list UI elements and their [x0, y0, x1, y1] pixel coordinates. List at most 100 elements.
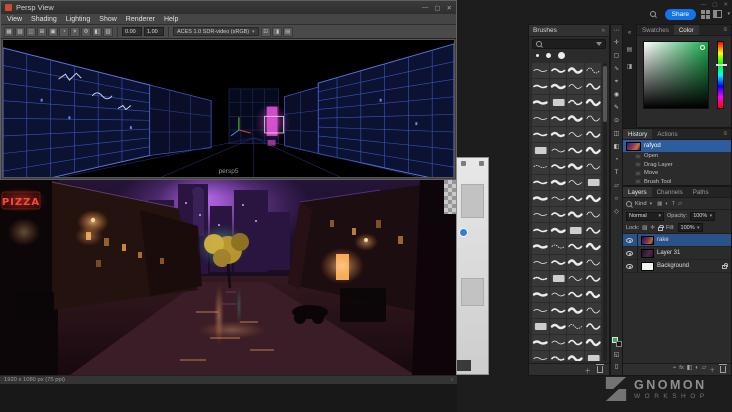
panel-close-icon[interactable] — [479, 161, 484, 166]
type-tool-icon[interactable]: T — [615, 170, 619, 177]
brush-preset[interactable] — [584, 319, 601, 334]
brush-preset[interactable] — [549, 239, 566, 254]
layer-action-icon[interactable]: ◐ — [695, 365, 699, 374]
brush-preset[interactable] — [567, 127, 584, 142]
brush-preset[interactable] — [567, 63, 584, 78]
lock-option-icon[interactable]: ▨ — [642, 225, 647, 231]
brush-preset[interactable] — [584, 79, 601, 94]
minimize-icon[interactable]: — — [422, 4, 429, 12]
hue-slider[interactable] — [716, 41, 727, 109]
foreground-background-swatches[interactable] — [611, 337, 622, 347]
fill-input[interactable]: 100% ▾ — [677, 223, 703, 232]
brush-preset[interactable] — [532, 239, 549, 254]
brush-preset[interactable] — [567, 303, 584, 318]
brush-size-presets[interactable] — [529, 50, 609, 61]
brush-preset[interactable] — [532, 207, 549, 222]
brush-preset[interactable] — [567, 271, 584, 286]
brush-preset[interactable] — [549, 111, 566, 126]
brush-preset[interactable] — [532, 159, 549, 174]
brush-tool-icon[interactable]: ✎ — [614, 105, 619, 112]
brush-preset[interactable] — [549, 335, 566, 350]
brush-preset[interactable] — [549, 255, 566, 270]
opacity-input[interactable]: 100% ▾ — [690, 211, 716, 221]
brush-preset[interactable] — [567, 79, 584, 94]
photoshop-canvas[interactable]: PIZZA — [0, 180, 457, 375]
brush-preset[interactable] — [549, 303, 566, 318]
layer-row-layer31[interactable]: Layer 31 — [623, 246, 731, 260]
brush-preset[interactable] — [549, 223, 566, 238]
brush-preset[interactable] — [567, 255, 584, 270]
brush-preset[interactable] — [532, 351, 549, 361]
brush-preset[interactable] — [567, 335, 584, 350]
history-step[interactable]: Drag Layer — [623, 161, 731, 170]
brush-preset[interactable] — [567, 223, 584, 238]
search-icon[interactable] — [650, 11, 656, 17]
gradient-tool-icon[interactable]: ◧ — [614, 144, 620, 151]
chevron-down-icon[interactable]: ▾ — [727, 11, 730, 17]
visibility-eye-icon[interactable] — [626, 263, 633, 269]
brush-preset[interactable] — [567, 351, 584, 361]
blend-mode-select[interactable]: Normal ▾ — [626, 211, 664, 221]
brush-preset[interactable] — [532, 63, 549, 78]
brush-preset[interactable] — [532, 319, 549, 334]
lock-all-icon[interactable] — [657, 224, 664, 231]
brush-preset[interactable] — [567, 111, 584, 126]
brush-preset[interactable] — [532, 287, 549, 302]
brush-size-large[interactable] — [558, 52, 565, 59]
brush-preset[interactable] — [549, 191, 566, 206]
maya-toolbar-icon[interactable]: ◨ — [271, 26, 282, 37]
gamma-field[interactable]: 1.00 — [144, 27, 164, 36]
brush-preset[interactable] — [549, 175, 566, 190]
color-picker-ring[interactable] — [700, 45, 705, 50]
maya-viewport[interactable]: persp5 — [2, 39, 455, 178]
maya-toolbar-icon[interactable]: ▣ — [48, 26, 58, 37]
saturation-square[interactable] — [643, 41, 709, 109]
maya-titlebar[interactable]: Persp View — ▢ ✕ — [1, 1, 456, 14]
brush-size-medium[interactable] — [546, 53, 551, 58]
brush-preset[interactable] — [532, 111, 549, 126]
hand-tool-icon[interactable]: ○ — [615, 196, 619, 203]
brush-preset[interactable] — [532, 95, 549, 110]
layer-filter-icon[interactable]: T — [672, 201, 675, 207]
brush-preset[interactable] — [584, 95, 601, 110]
maya-toolbar-icon[interactable]: ▥ — [103, 26, 113, 37]
background-color-swatch[interactable] — [615, 341, 622, 347]
layer-name[interactable]: Layer 31 — [657, 250, 680, 256]
status-arrow-icon[interactable]: › — [451, 377, 453, 383]
filter-icon[interactable] — [596, 42, 602, 46]
maximize-icon[interactable]: ▢ — [712, 2, 717, 8]
marquee-tool-icon[interactable]: ▢ — [614, 53, 620, 60]
shape-tool-icon[interactable]: ▱ — [614, 183, 619, 190]
toolbar-ellipsis-icon[interactable]: ⋯ — [614, 28, 620, 35]
clone-stamp-tool-icon[interactable]: ⊙ — [614, 118, 619, 125]
workspace-icon[interactable] — [713, 10, 722, 18]
maya-toolbar-icon[interactable]: ▤ — [282, 26, 293, 37]
brush-preset[interactable] — [567, 95, 584, 110]
hue-slider-marker[interactable] — [716, 64, 727, 66]
brush-preset[interactable] — [549, 287, 566, 302]
collapse-panel-icon[interactable]: » — [602, 28, 605, 34]
brush-preset[interactable] — [549, 207, 566, 222]
brush-preset[interactable] — [532, 303, 549, 318]
brush-preset[interactable] — [532, 175, 549, 190]
history-step[interactable]: Move — [623, 169, 731, 178]
tab-actions[interactable]: Actions — [652, 129, 682, 139]
brush-preset[interactable] — [567, 143, 584, 158]
brush-preset[interactable] — [584, 335, 601, 350]
brush-preset[interactable] — [584, 223, 601, 238]
brush-preset[interactable] — [584, 207, 601, 222]
brush-preset[interactable] — [584, 127, 601, 142]
maximize-icon[interactable]: ▢ — [434, 4, 440, 12]
tab-history[interactable]: History — [623, 129, 653, 139]
scrollbar[interactable] — [603, 63, 607, 361]
filter-kind-label[interactable]: Kind — [635, 201, 647, 207]
layer-filter-icon[interactable]: ▱ — [678, 201, 682, 207]
brush-preset[interactable] — [584, 191, 601, 206]
brush-preset[interactable] — [532, 255, 549, 270]
brush-preset[interactable] — [549, 79, 566, 94]
history-step[interactable]: Brush Tool — [623, 178, 731, 187]
crop-tool-icon[interactable]: ⌖ — [615, 79, 618, 86]
layout-grid-icon[interactable] — [701, 10, 710, 19]
share-button[interactable]: Share — [664, 9, 696, 20]
layer-name[interactable]: rake — [657, 237, 669, 243]
